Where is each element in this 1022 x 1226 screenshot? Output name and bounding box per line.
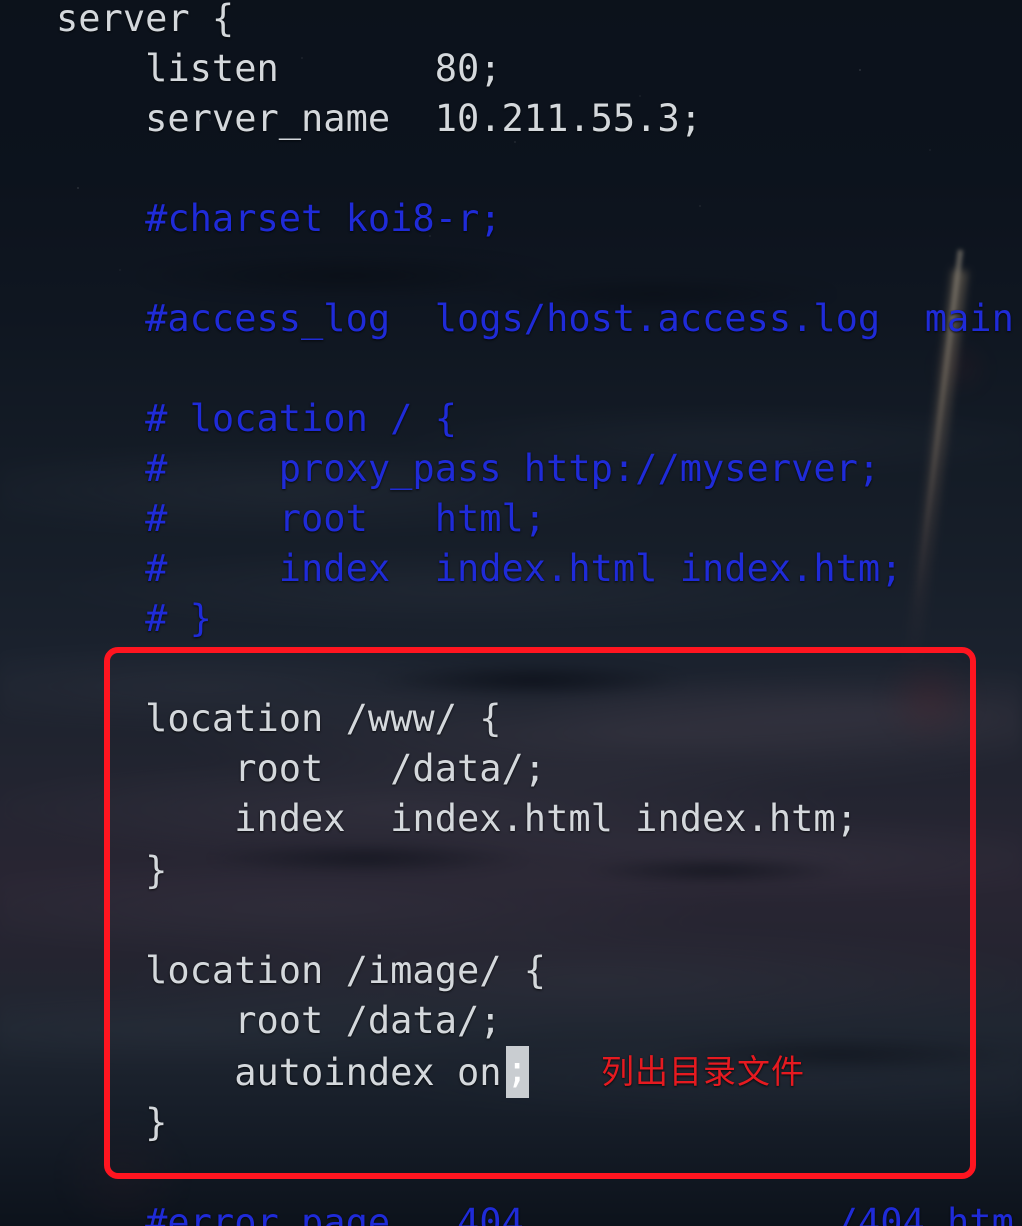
code-line: location /image/ { [56, 949, 547, 992]
code-line: # index index.html index.htm; [56, 547, 903, 590]
code-line: root /data/; [56, 999, 502, 1042]
code-line: # root html; [56, 497, 547, 540]
code-line: # } [56, 597, 212, 640]
code-line: # proxy_pass http://myserver; [56, 447, 881, 490]
code-line: #charset koi8-r; [56, 197, 502, 240]
cursor-character: ; [506, 1048, 529, 1091]
code-line: #access_log logs/host.access.log main [56, 297, 1014, 340]
code-line: server_name 10.211.55.3; [56, 97, 703, 140]
code-line: location /www/ { [56, 697, 502, 740]
code-line: listen 80; [56, 47, 502, 90]
code-line: autoindex on [56, 1051, 502, 1094]
code-line: #error_page 404 /404.htm [56, 1201, 1014, 1226]
code-line: root /data/; [56, 747, 547, 790]
annotation-label: 列出目录文件 [601, 1052, 805, 1091]
code-line: } [56, 849, 168, 892]
code-line: server { [56, 0, 235, 40]
code-line: # location / { [56, 397, 457, 440]
config-file-text[interactable]: server { listen 80; server_name 10.211.5… [0, 0, 1022, 1226]
terminal-window: server { listen 80; server_name 10.211.5… [0, 0, 1022, 1226]
code-line: index index.html index.htm; [56, 797, 858, 840]
code-line: } [56, 1101, 168, 1144]
